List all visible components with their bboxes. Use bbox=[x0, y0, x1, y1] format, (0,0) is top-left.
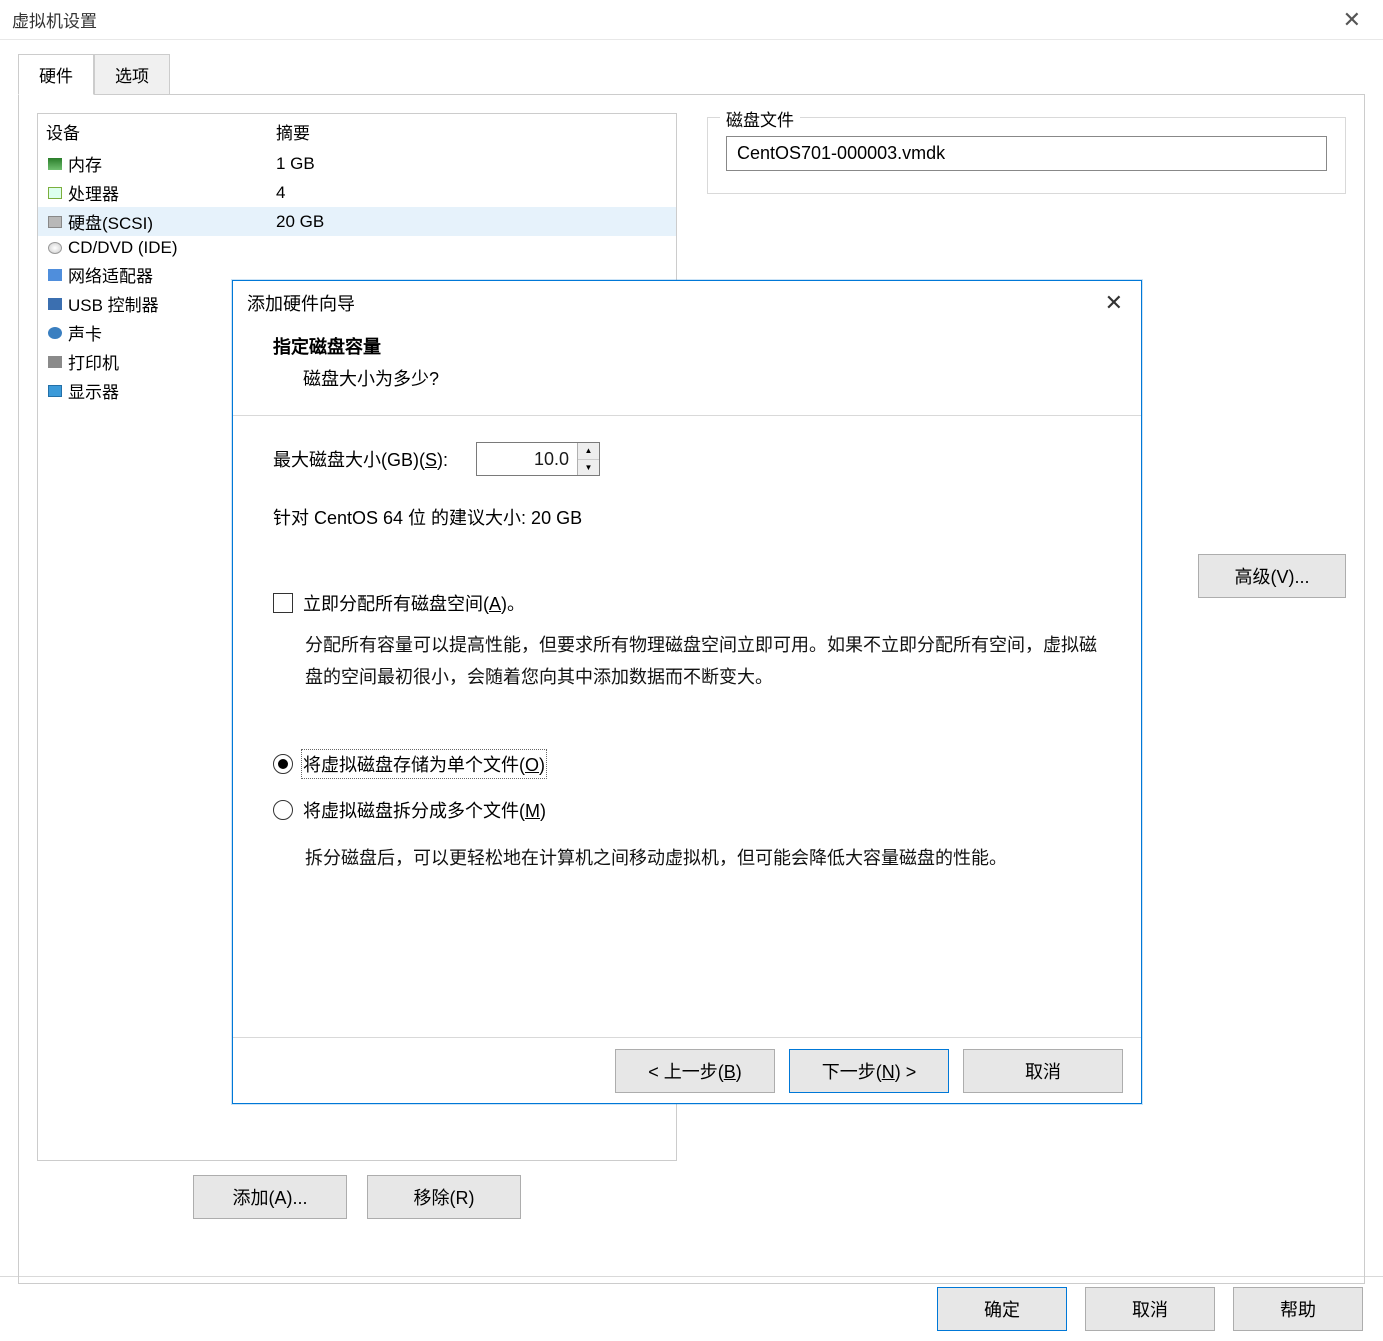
device-icon bbox=[46, 186, 64, 200]
remove-button[interactable]: 移除(R) bbox=[367, 1175, 521, 1219]
device-icon bbox=[46, 384, 64, 398]
radio-single-label: 将虚拟磁盘存储为单个文件(O) bbox=[303, 751, 545, 777]
disk-file-input[interactable] bbox=[726, 136, 1327, 171]
max-size-row: 最大磁盘大小(GB)(S): ▲ ▼ bbox=[273, 442, 1101, 476]
spinner-buttons: ▲ ▼ bbox=[577, 443, 599, 475]
device-row[interactable]: 硬盘(SCSI)20 GB bbox=[38, 207, 676, 236]
max-size-spinner[interactable]: ▲ ▼ bbox=[476, 442, 600, 476]
add-button[interactable]: 添加(A)... bbox=[193, 1175, 347, 1219]
ok-button[interactable]: 确定 bbox=[937, 1287, 1067, 1331]
allocate-desc: 分配所有容量可以提高性能，但要求所有物理磁盘空间立即可用。如果不立即分配所有空间… bbox=[273, 630, 1101, 693]
radio-single-row: 将虚拟磁盘存储为单个文件(O) bbox=[273, 751, 1101, 777]
cancel-button[interactable]: 取消 bbox=[1085, 1287, 1215, 1331]
add-hardware-wizard: 添加硬件向导 ✕ 指定磁盘容量 磁盘大小为多少? 最大磁盘大小(GB)(S): … bbox=[232, 280, 1142, 1104]
tabs: 硬件 选项 bbox=[18, 54, 1365, 94]
max-size-input[interactable] bbox=[477, 443, 577, 475]
device-row[interactable]: 内存1 GB bbox=[38, 149, 676, 178]
left-buttons: 添加(A)... 移除(R) bbox=[37, 1175, 677, 1219]
tab-hardware[interactable]: 硬件 bbox=[18, 54, 94, 95]
device-icon bbox=[46, 157, 64, 171]
footer-bar: 确定 取消 帮助 bbox=[0, 1276, 1383, 1341]
next-button[interactable]: 下一步(N) > bbox=[789, 1049, 949, 1093]
wizard-subheading: 磁盘大小为多少? bbox=[273, 365, 1101, 391]
device-summary: 1 GB bbox=[276, 154, 668, 174]
recommended-size: 针对 CentOS 64 位 的建议大小: 20 GB bbox=[273, 504, 1101, 530]
device-icon bbox=[46, 326, 64, 340]
wizard-titlebar: 添加硬件向导 ✕ bbox=[233, 281, 1141, 325]
device-row[interactable]: CD/DVD (IDE) bbox=[38, 236, 676, 260]
device-icon bbox=[46, 241, 64, 255]
wizard-close-icon[interactable]: ✕ bbox=[1097, 286, 1131, 320]
device-summary: 4 bbox=[276, 183, 668, 203]
col-summary: 摘要 bbox=[276, 119, 668, 144]
wizard-header: 指定磁盘容量 磁盘大小为多少? bbox=[233, 325, 1141, 415]
radio-split-row: 将虚拟磁盘拆分成多个文件(M) bbox=[273, 797, 1101, 823]
device-icon bbox=[46, 297, 64, 311]
device-list-header: 设备 摘要 bbox=[38, 114, 676, 149]
wizard-footer: < 上一步(B) 下一步(N) > 取消 bbox=[233, 1037, 1141, 1103]
allocate-now-checkbox[interactable] bbox=[273, 593, 293, 613]
spinner-up-icon[interactable]: ▲ bbox=[578, 443, 599, 460]
device-row[interactable]: 处理器4 bbox=[38, 178, 676, 207]
wizard-heading: 指定磁盘容量 bbox=[273, 333, 1101, 359]
back-button[interactable]: < 上一步(B) bbox=[615, 1049, 775, 1093]
device-name: 内存 bbox=[68, 151, 276, 176]
disk-file-fieldset: 磁盘文件 bbox=[707, 117, 1346, 194]
disk-file-legend: 磁盘文件 bbox=[720, 106, 800, 131]
tab-options[interactable]: 选项 bbox=[94, 54, 170, 94]
wizard-cancel-button[interactable]: 取消 bbox=[963, 1049, 1123, 1093]
wizard-body: 最大磁盘大小(GB)(S): ▲ ▼ 针对 CentOS 64 位 的建议大小:… bbox=[233, 416, 1141, 1037]
spinner-down-icon[interactable]: ▼ bbox=[578, 460, 599, 476]
device-summary: 20 GB bbox=[276, 212, 668, 232]
allocate-now-label: 立即分配所有磁盘空间(A)。 bbox=[303, 590, 525, 616]
device-icon bbox=[46, 215, 64, 229]
window-title: 虚拟机设置 bbox=[12, 7, 1333, 32]
device-icon bbox=[46, 268, 64, 282]
wizard-title: 添加硬件向导 bbox=[247, 290, 1097, 316]
help-button[interactable]: 帮助 bbox=[1233, 1287, 1363, 1331]
allocate-now-row: 立即分配所有磁盘空间(A)。 bbox=[273, 590, 1101, 616]
radio-split-files[interactable] bbox=[273, 800, 293, 820]
device-name: 硬盘(SCSI) bbox=[68, 209, 276, 234]
close-icon[interactable]: ✕ bbox=[1333, 3, 1371, 37]
max-size-label: 最大磁盘大小(GB)(S): bbox=[273, 446, 448, 472]
device-name: CD/DVD (IDE) bbox=[68, 238, 276, 258]
device-name: 处理器 bbox=[68, 180, 276, 205]
main-titlebar: 虚拟机设置 ✕ bbox=[0, 0, 1383, 40]
advanced-button[interactable]: 高级(V)... bbox=[1198, 554, 1346, 598]
radio-single-file[interactable] bbox=[273, 754, 293, 774]
radio-split-label: 将虚拟磁盘拆分成多个文件(M) bbox=[303, 797, 546, 823]
col-device: 设备 bbox=[46, 119, 276, 144]
split-desc: 拆分磁盘后，可以更轻松地在计算机之间移动虚拟机，但可能会降低大容量磁盘的性能。 bbox=[273, 843, 1101, 875]
device-icon bbox=[46, 355, 64, 369]
